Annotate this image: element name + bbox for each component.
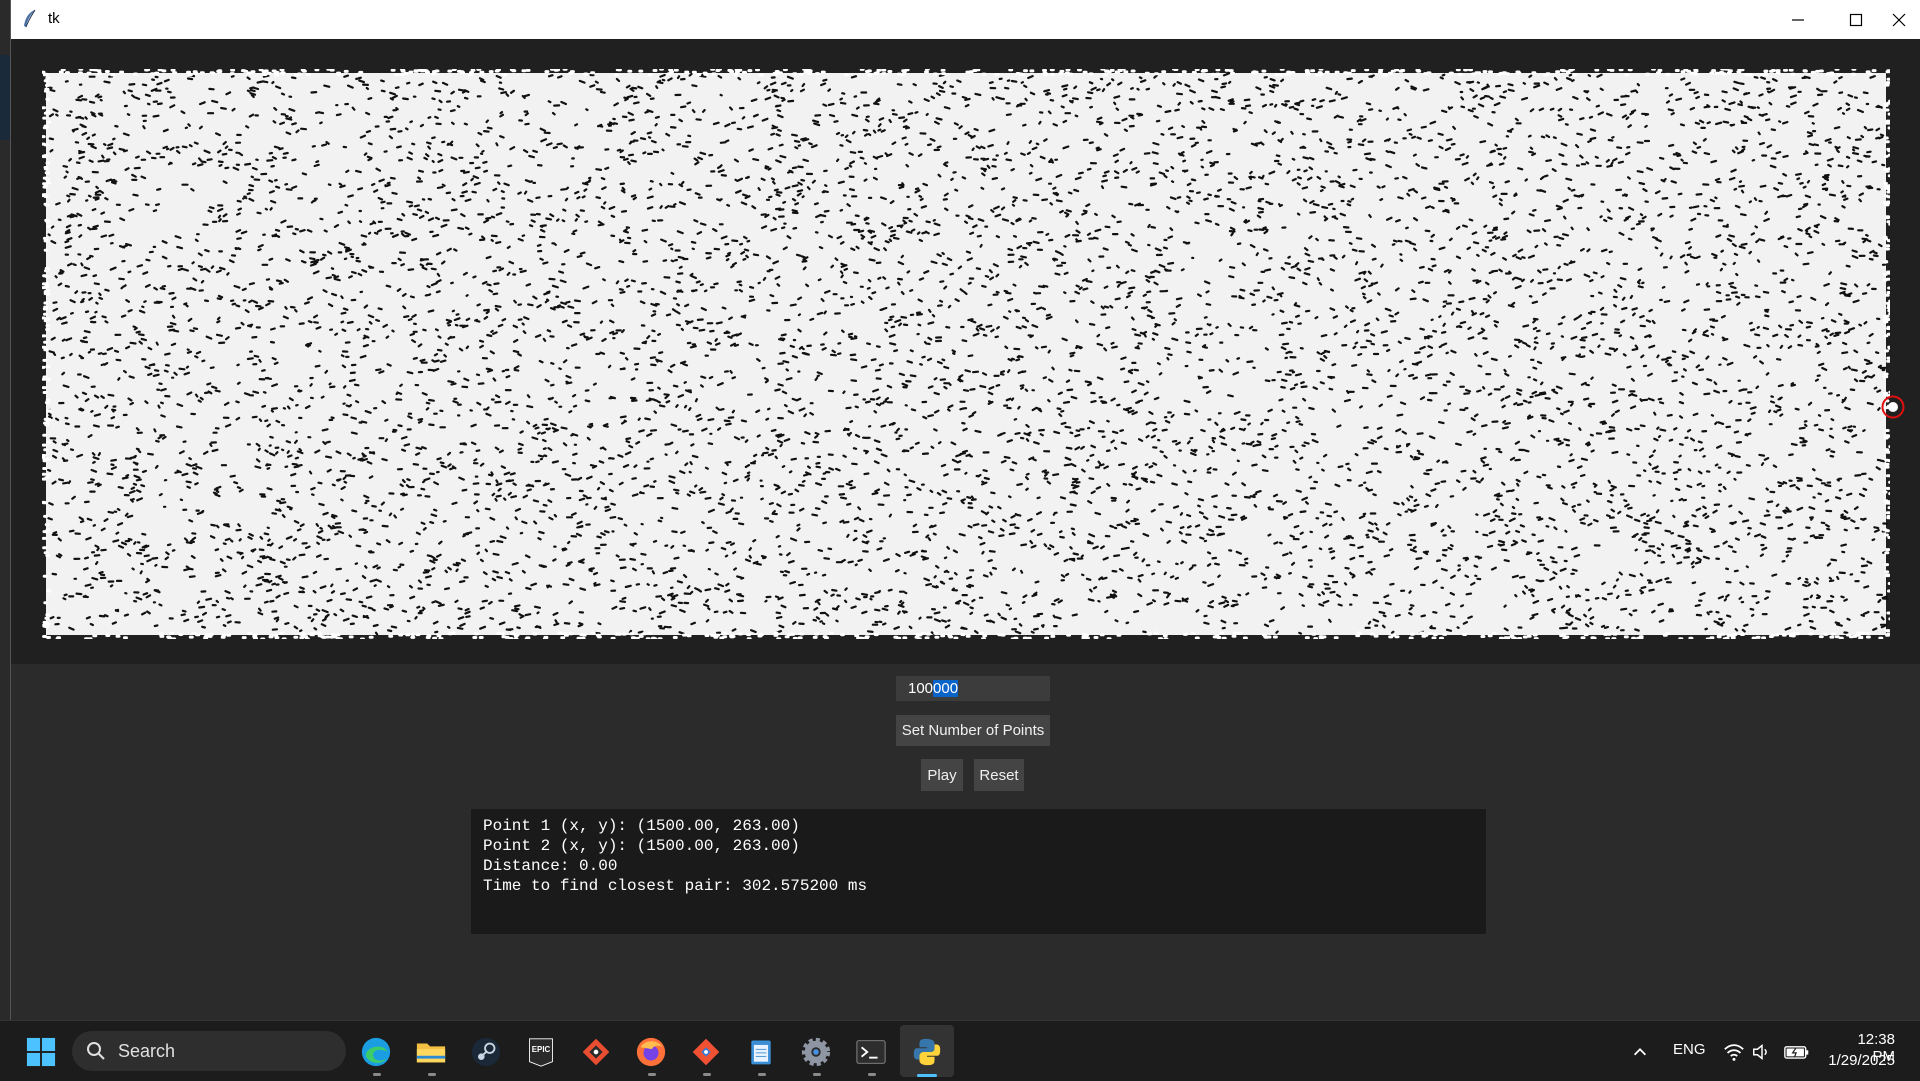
- language-indicator[interactable]: ENG: [1673, 1041, 1706, 1058]
- wifi-icon[interactable]: [1722, 1035, 1746, 1069]
- point-count-selection: 000: [933, 680, 959, 697]
- window-title: tk: [48, 10, 60, 27]
- clock-date[interactable]: 1/29/2025: [1825, 1052, 1895, 1069]
- minimize-button[interactable]: [1770, 0, 1826, 39]
- taskbar: Search EPIC ENG 12:38 PM 1/29/2025: [0, 1020, 1920, 1081]
- battery-icon[interactable]: [1782, 1035, 1812, 1069]
- chevron-up-icon[interactable]: [1625, 1035, 1655, 1069]
- epic-games-icon[interactable]: EPIC: [524, 1035, 558, 1069]
- active-app-indicator: [917, 1074, 937, 1077]
- points-canvas[interactable]: [42, 69, 1890, 639]
- results-output: Point 1 (x, y): (1500.00, 263.00) Point …: [471, 809, 1486, 934]
- close-button[interactable]: [1871, 0, 1920, 39]
- python-icon[interactable]: [910, 1035, 944, 1069]
- volume-icon[interactable]: [1750, 1035, 1774, 1069]
- settings-icon[interactable]: [799, 1035, 833, 1069]
- taskbar-search[interactable]: Search: [72, 1031, 346, 1071]
- point2-line: Point 2 (x, y): (1500.00, 263.00): [483, 837, 800, 855]
- distance-line: Distance: 0.00: [483, 857, 618, 875]
- edge-icon[interactable]: [359, 1035, 393, 1069]
- file-explorer-icon[interactable]: [414, 1035, 448, 1069]
- terminal-icon[interactable]: [854, 1035, 888, 1069]
- reset-button[interactable]: Reset: [974, 759, 1024, 791]
- closest-pair-marker: [1881, 395, 1905, 419]
- firefox-icon[interactable]: [634, 1035, 668, 1069]
- point-count-input[interactable]: 100000: [896, 676, 1050, 701]
- search-label: Search: [118, 1041, 176, 1061]
- steam-icon[interactable]: [469, 1035, 503, 1069]
- point1-line: Point 1 (x, y): (1500.00, 263.00): [483, 817, 800, 835]
- desktop-background: [0, 0, 10, 1020]
- desktop-window-edge: [0, 55, 10, 140]
- maximize-icon: [1849, 13, 1863, 26]
- controls-panel: 100000 Set Number of Points Play Reset P…: [11, 664, 1920, 1020]
- time-line: Time to find closest pair: 302.575200 ms: [483, 877, 868, 895]
- points-canvas-panel: [11, 39, 1920, 664]
- set-points-button[interactable]: Set Number of Points: [896, 715, 1050, 746]
- notepad-icon[interactable]: [744, 1035, 778, 1069]
- git-icon[interactable]: [579, 1035, 613, 1069]
- point-count-text: 100: [908, 680, 934, 697]
- close-icon: [1892, 13, 1906, 26]
- title-bar[interactable]: tk: [11, 0, 1920, 39]
- search-icon: [87, 1042, 105, 1060]
- minimize-icon: [1792, 18, 1804, 21]
- tk-window: tk 100000 Set Number of Points Play Rese…: [10, 0, 1920, 1020]
- windows-start-icon[interactable]: [24, 1035, 58, 1069]
- epic-logo-text: EPIC: [532, 1045, 551, 1054]
- tk-feather-icon: [24, 9, 36, 28]
- git-gui-icon[interactable]: [689, 1035, 723, 1069]
- play-button[interactable]: Play: [921, 759, 963, 791]
